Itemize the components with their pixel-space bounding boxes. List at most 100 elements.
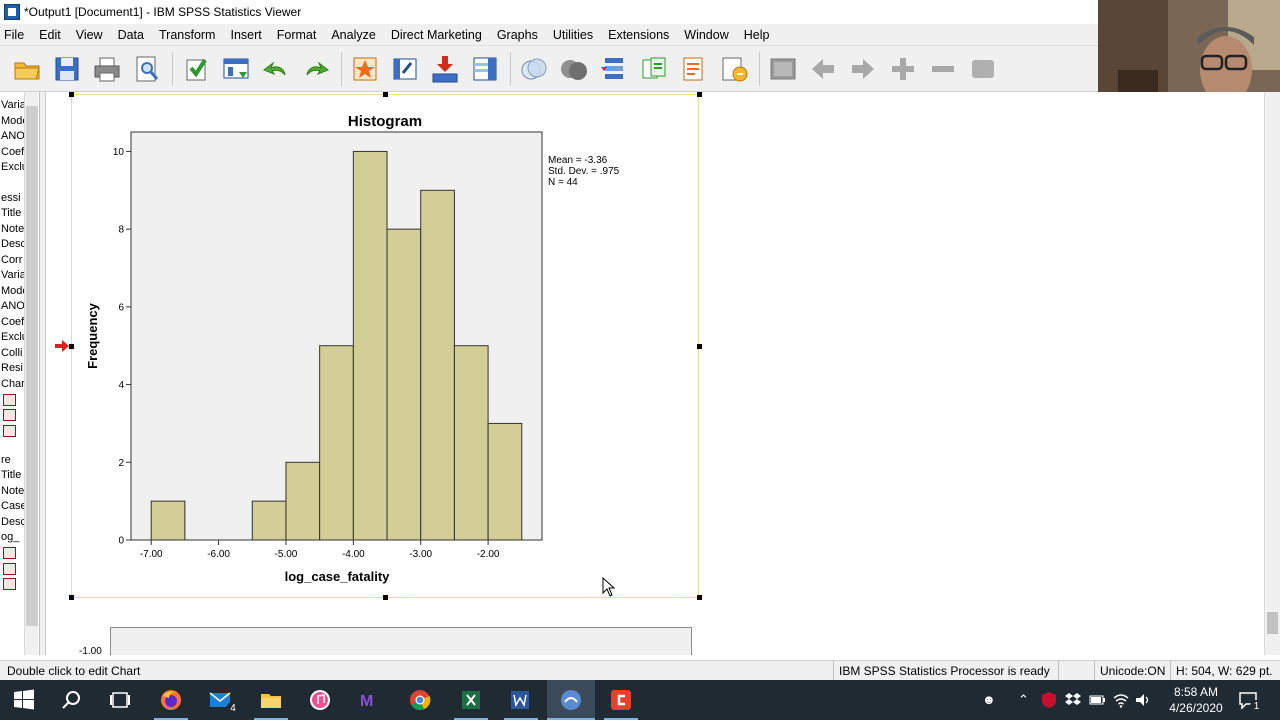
outline-chart-icon[interactable] xyxy=(0,561,24,577)
menu-utilities[interactable]: Utilities xyxy=(548,28,603,42)
content-scrollbar[interactable] xyxy=(1264,92,1280,655)
firefox-icon[interactable] xyxy=(159,688,183,712)
variables-icon[interactable] xyxy=(468,52,502,86)
outline-scrollbar-thumb[interactable] xyxy=(26,106,38,626)
outline-scrollbar[interactable] xyxy=(24,92,38,655)
menu-file[interactable]: File xyxy=(0,28,34,42)
outline-item[interactable]: Mode xyxy=(0,284,29,300)
outline-item[interactable]: Exclu xyxy=(0,330,28,346)
file-explorer-icon[interactable] xyxy=(259,688,283,712)
chrome-icon[interactable] xyxy=(408,688,432,712)
menu-analyze[interactable]: Analyze xyxy=(326,28,385,42)
spss-icon[interactable] xyxy=(559,688,583,712)
outline-item[interactable]: Corr xyxy=(0,253,24,269)
value-labels-icon[interactable] xyxy=(637,52,671,86)
outline-chart-icon[interactable] xyxy=(0,577,24,593)
menu-extensions[interactable]: Extensions xyxy=(603,28,679,42)
outline-item[interactable]: Colli xyxy=(0,346,24,362)
tray-expand-icon[interactable]: ⌃ xyxy=(1018,692,1029,708)
outline-chart-icon[interactable] xyxy=(0,408,24,424)
outline-item[interactable]: Resi xyxy=(0,361,24,377)
resize-handle[interactable] xyxy=(383,595,388,600)
back-icon[interactable] xyxy=(806,52,840,86)
redo-icon[interactable] xyxy=(299,52,333,86)
goto-case-icon[interactable] xyxy=(348,52,382,86)
camtasia-icon[interactable] xyxy=(609,688,633,712)
outline-item[interactable]: Mode xyxy=(0,114,29,130)
content-scrollbar-thumb[interactable] xyxy=(1267,612,1278,634)
outline-item[interactable]: Varia xyxy=(0,268,26,284)
print-icon[interactable] xyxy=(90,52,124,86)
outline-item[interactable]: Char xyxy=(0,377,25,393)
menu-graphs[interactable]: Graphs xyxy=(492,28,548,42)
histogram-chart[interactable]: Histogram 0 2 4 6 8 10 -7.00 -6.00 -5.00 -4.00 -3… xyxy=(72,94,698,594)
outline-item[interactable]: re xyxy=(0,453,24,469)
open-icon[interactable] xyxy=(10,52,44,86)
menu-format[interactable]: Format xyxy=(272,28,327,42)
menu-insert[interactable]: Insert xyxy=(225,28,271,42)
outline-item[interactable]: Note xyxy=(0,222,24,238)
status-processor: IBM SPSS Statistics Processor is ready xyxy=(833,661,1058,681)
outline-item[interactable]: Note xyxy=(0,484,24,500)
insert-cases-icon[interactable] xyxy=(428,52,462,86)
print-preview-icon[interactable] xyxy=(130,52,164,86)
search-icon[interactable] xyxy=(60,688,84,712)
designate-window-icon[interactable] xyxy=(766,52,800,86)
goto-data-icon[interactable] xyxy=(219,52,253,86)
outline-item[interactable]: Desc xyxy=(0,515,26,531)
word-icon[interactable] xyxy=(508,688,532,712)
expand-icon[interactable] xyxy=(886,52,920,86)
outline-item[interactable]: ANO xyxy=(0,299,25,315)
outline-item[interactable]: Title xyxy=(0,206,24,222)
resize-handle[interactable] xyxy=(69,595,74,600)
outline-item[interactable]: Varia xyxy=(0,98,26,114)
resize-handle[interactable] xyxy=(697,595,702,600)
save-icon[interactable] xyxy=(50,52,84,86)
outline-pane[interactable]: Varia Mode ANO Coef Exclu essi Title Not… xyxy=(0,92,40,655)
next-chart-tick: -1.00 xyxy=(79,646,102,655)
outline-item[interactable]: ANO xyxy=(0,129,25,145)
volume-icon[interactable] xyxy=(1134,691,1152,709)
excel-icon[interactable] xyxy=(459,688,483,712)
battery-icon[interactable] xyxy=(1088,691,1106,709)
antivirus-icon[interactable] xyxy=(1040,691,1058,709)
menu-help[interactable]: Help xyxy=(739,28,780,42)
task-view-icon[interactable] xyxy=(108,688,132,712)
system-clock[interactable]: 8:58 AM 4/26/2020 xyxy=(1158,684,1234,716)
menu-view[interactable]: View xyxy=(71,28,113,42)
outline-item[interactable]: og_ xyxy=(0,530,24,546)
weight-cases-icon[interactable] xyxy=(557,52,591,86)
wifi-icon[interactable] xyxy=(1112,691,1130,709)
menu-transform[interactable]: Transform xyxy=(154,28,226,42)
outline-item[interactable]: Exclu xyxy=(0,160,28,176)
itunes-icon[interactable] xyxy=(308,688,332,712)
outline-item[interactable]: Title xyxy=(0,468,24,484)
use-sets-icon[interactable] xyxy=(677,52,711,86)
outline-item[interactable]: Coef xyxy=(0,145,24,161)
forward-icon[interactable] xyxy=(846,52,880,86)
outline-item[interactable]: Case xyxy=(0,499,27,515)
outline-chart-icon[interactable] xyxy=(0,546,24,562)
edit-icon[interactable] xyxy=(717,52,751,86)
undo-icon[interactable] xyxy=(259,52,293,86)
dropbox-icon[interactable] xyxy=(1064,691,1082,709)
menu-data[interactable]: Data xyxy=(113,28,154,42)
outline-item[interactable]: Coef xyxy=(0,315,24,331)
menu-direct-marketing[interactable]: Direct Marketing xyxy=(386,28,492,42)
people-icon[interactable]: ☻ xyxy=(982,692,996,707)
outline-item[interactable]: Desc xyxy=(0,237,26,253)
menu-edit[interactable]: Edit xyxy=(34,28,71,42)
export-icon[interactable] xyxy=(179,52,213,86)
goto-variable-icon[interactable] xyxy=(388,52,422,86)
outline-item[interactable]: essi xyxy=(0,191,24,207)
menu-window[interactable]: Window xyxy=(679,28,738,42)
outline-chart-icon[interactable] xyxy=(0,423,24,439)
show-icon[interactable] xyxy=(966,52,1000,86)
split-file-icon[interactable] xyxy=(517,52,551,86)
mplus-icon[interactable]: M xyxy=(358,688,382,712)
windows-start-icon[interactable] xyxy=(12,688,36,712)
next-chart-preview[interactable]: -1.00 xyxy=(79,627,692,655)
collapse-icon[interactable] xyxy=(926,52,960,86)
outline-chart-icon[interactable] xyxy=(0,392,24,408)
select-cases-icon[interactable] xyxy=(597,52,631,86)
